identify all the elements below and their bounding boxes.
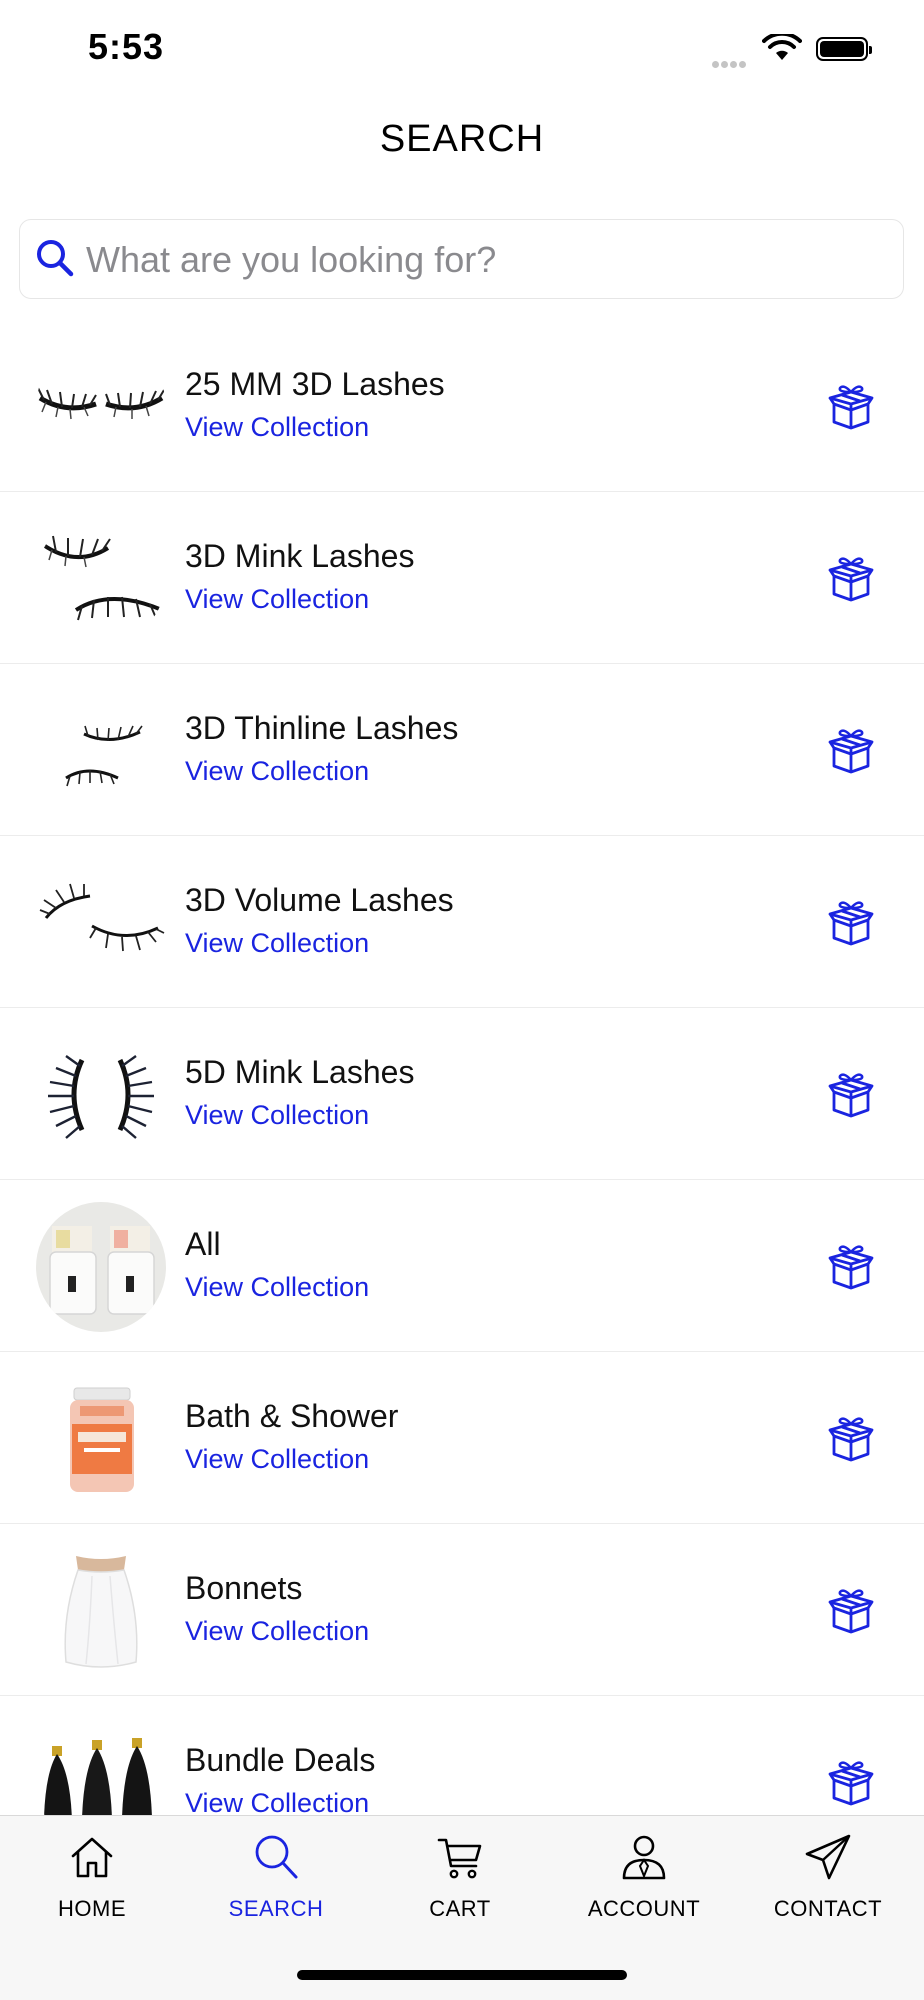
- tab-contact[interactable]: CONTACT: [736, 1816, 920, 1956]
- collection-row[interactable]: Bath & Shower View Collection: [0, 1352, 924, 1524]
- lashes-thumbnail: [36, 1030, 166, 1160]
- gift-box-icon[interactable]: [826, 554, 876, 604]
- lashes-thumbnail: [36, 686, 166, 816]
- collection-list[interactable]: 25 MM 3D Lashes View Collection 3D Mink …: [0, 320, 924, 1815]
- tab-cart-label: CART: [429, 1896, 491, 1921]
- tab-search[interactable]: SEARCH: [184, 1816, 368, 1956]
- collection-row[interactable]: All View Collection: [0, 1180, 924, 1352]
- collection-row[interactable]: Bundle Deals View Collection: [0, 1696, 924, 1815]
- cellular-signal-icon: [712, 55, 748, 73]
- home-icon: [71, 1837, 113, 1878]
- candles-thumbnail: [36, 1202, 166, 1332]
- bonnet-thumbnail: [36, 1546, 166, 1676]
- view-collection-link[interactable]: View Collection: [185, 756, 369, 787]
- gift-box-icon[interactable]: [826, 898, 876, 948]
- gift-box-icon[interactable]: [826, 1414, 876, 1464]
- gift-box-icon[interactable]: [826, 1758, 876, 1808]
- collection-row[interactable]: 25 MM 3D Lashes View Collection: [0, 320, 924, 492]
- gift-box-icon[interactable]: [826, 1070, 876, 1120]
- search-icon: [255, 1835, 298, 1879]
- tab-search-label: SEARCH: [228, 1896, 324, 1921]
- collection-title: 5D Mink Lashes: [185, 1054, 415, 1090]
- collection-title: Bundle Deals: [185, 1742, 376, 1778]
- collection-title: 3D Volume Lashes: [185, 882, 454, 918]
- tab-contact-label: CONTACT: [773, 1896, 883, 1921]
- tab-home[interactable]: HOME: [0, 1816, 184, 1956]
- view-collection-link[interactable]: View Collection: [185, 928, 369, 959]
- lashes-thumbnail: [36, 514, 166, 644]
- gift-box-icon[interactable]: [826, 726, 876, 776]
- search-icon: [37, 240, 74, 277]
- tab-home-label: HOME: [58, 1896, 126, 1921]
- lashes-thumbnail: [36, 858, 166, 988]
- collection-title: Bath & Shower: [185, 1398, 399, 1434]
- view-collection-link[interactable]: View Collection: [185, 1788, 369, 1815]
- collection-row[interactable]: 3D Volume Lashes View Collection: [0, 836, 924, 1008]
- collection-row[interactable]: 3D Thinline Lashes View Collection: [0, 664, 924, 836]
- view-collection-link[interactable]: View Collection: [185, 584, 369, 615]
- gift-box-icon[interactable]: [826, 1586, 876, 1636]
- view-collection-link[interactable]: View Collection: [185, 412, 369, 443]
- account-icon: [622, 1835, 666, 1880]
- gift-box-icon[interactable]: [826, 382, 876, 432]
- collection-title: 3D Thinline Lashes: [185, 710, 459, 746]
- home-indicator: [297, 1970, 627, 1980]
- collection-title: All: [185, 1226, 221, 1262]
- page-title: SEARCH: [379, 118, 545, 160]
- tab-cart[interactable]: CART: [368, 1816, 552, 1956]
- collection-title: 25 MM 3D Lashes: [185, 366, 445, 402]
- view-collection-link[interactable]: View Collection: [185, 1444, 369, 1475]
- view-collection-link[interactable]: View Collection: [185, 1100, 369, 1131]
- hair-bundles-thumbnail: [36, 1718, 166, 1815]
- gift-box-icon[interactable]: [826, 1242, 876, 1292]
- lashes-thumbnail: [36, 342, 166, 472]
- search-bar[interactable]: [19, 219, 904, 299]
- collection-title: Bonnets: [185, 1570, 303, 1606]
- search-input[interactable]: [84, 230, 888, 290]
- tab-account-label: ACCOUNT: [587, 1896, 701, 1921]
- status-bar: 5:53: [0, 0, 924, 100]
- view-collection-link[interactable]: View Collection: [185, 1616, 369, 1647]
- collection-row[interactable]: 5D Mink Lashes View Collection: [0, 1008, 924, 1180]
- bath-salt-jar-thumbnail: [36, 1374, 166, 1504]
- collection-row[interactable]: 3D Mink Lashes View Collection: [0, 492, 924, 664]
- paper-plane-icon: [805, 1834, 851, 1880]
- view-collection-link[interactable]: View Collection: [185, 1272, 369, 1303]
- collection-row[interactable]: Bonnets View Collection: [0, 1524, 924, 1696]
- battery-icon: [816, 37, 872, 61]
- wifi-icon: [762, 34, 802, 60]
- collection-title: 3D Mink Lashes: [185, 538, 415, 574]
- cart-icon: [437, 1838, 482, 1879]
- status-time: 5:53: [88, 26, 165, 67]
- tab-account[interactable]: ACCOUNT: [552, 1816, 736, 1956]
